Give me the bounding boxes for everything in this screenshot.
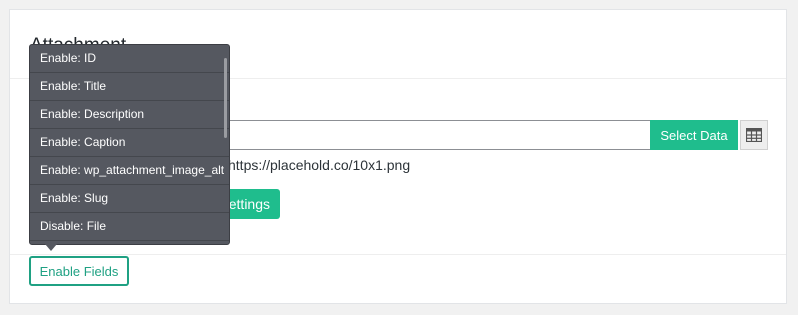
dropdown-item-enable-description[interactable]: Enable: Description xyxy=(30,101,229,129)
enable-fields-dropdown: Enable: ID Enable: Title Enable: Descrip… xyxy=(29,44,230,245)
footer-divider xyxy=(10,254,786,255)
select-data-button[interactable]: Select Data xyxy=(650,120,738,150)
dropdown-item-enable-id[interactable]: Enable: ID xyxy=(30,45,229,73)
table-view-button[interactable] xyxy=(740,120,768,150)
settings-button-label: ettings xyxy=(228,196,270,212)
dropdown-item-enable-alt[interactable]: Enable: wp_attachment_image_alt xyxy=(30,157,229,185)
dropdown-item-enable-title[interactable]: Enable: Title xyxy=(30,73,229,101)
image-url-text: https://placehold.co/10x1.png xyxy=(228,157,411,173)
dropdown-scrollbar[interactable] xyxy=(224,58,227,138)
enable-fields-button[interactable]: Enable Fields xyxy=(29,256,129,286)
enable-fields-label: Enable Fields xyxy=(39,263,119,279)
url-input[interactable] xyxy=(224,120,650,150)
dropdown-item-enable-slug[interactable]: Enable: Slug xyxy=(30,185,229,213)
table-icon xyxy=(746,128,762,142)
dropdown-item-enable-caption[interactable]: Enable: Caption xyxy=(30,129,229,157)
dropdown-item-disable-file[interactable]: Disable: File xyxy=(30,213,229,241)
dropdown-arrow xyxy=(45,244,57,251)
